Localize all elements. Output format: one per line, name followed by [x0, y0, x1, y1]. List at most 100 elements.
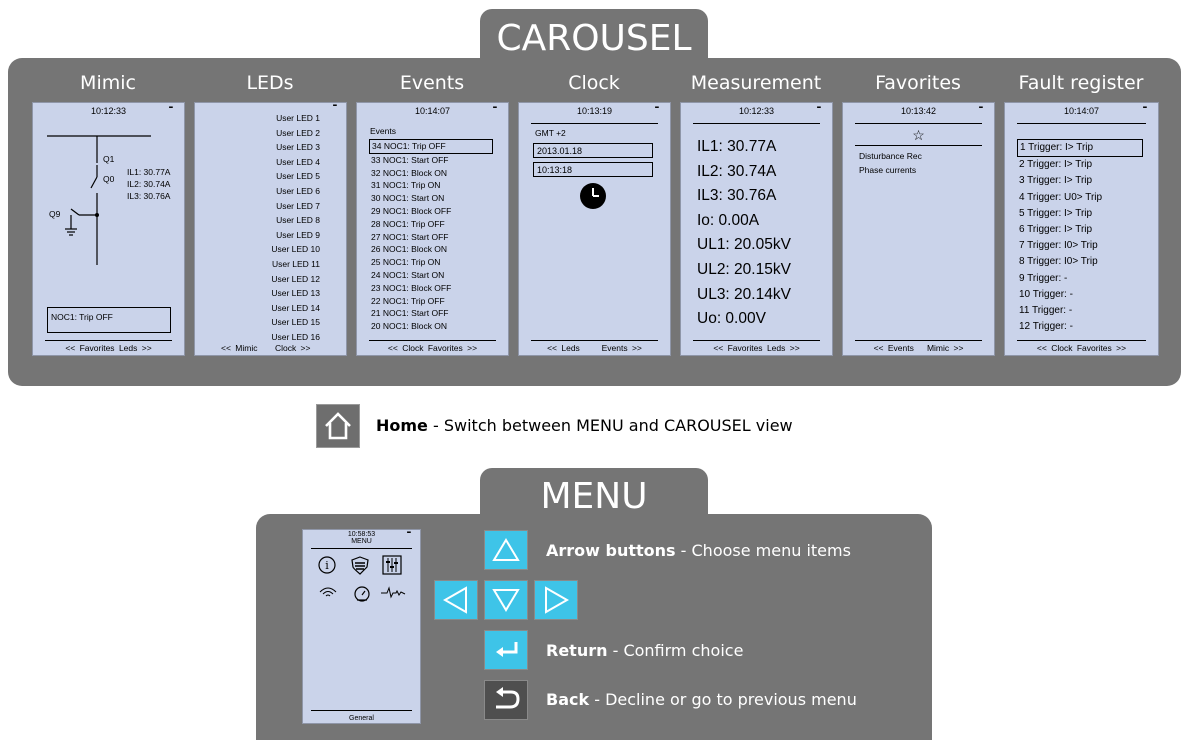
arrow-right-button[interactable]: [534, 580, 578, 620]
event-row[interactable]: 21 NOC1: Start OFF: [369, 307, 493, 320]
event-row[interactable]: 30 NOC1: Start ON: [369, 192, 493, 205]
menu-screen-time: 10:58:53: [347, 531, 376, 538]
measurement-screen: 10:12:33 ▪▪▪ IL1: 30.77A IL2: 30.74A IL3: …: [680, 102, 833, 356]
event-row[interactable]: 29 NOC1: Block OFF: [369, 205, 493, 218]
favorite-item[interactable]: Phase currents: [859, 164, 922, 178]
event-row[interactable]: 31 NOC1: Trip ON: [369, 179, 493, 192]
status-dots-icon: ▪▪▪: [978, 105, 984, 111]
fault-row[interactable]: 7 Trigger: I0> Trip: [1017, 238, 1143, 254]
home-label: Home: [376, 416, 428, 435]
event-row[interactable]: 20 NOC1: Block ON: [369, 320, 493, 333]
status-dots-icon: ▪▪▪: [492, 105, 498, 111]
disturbance-waveform-icon[interactable]: [380, 584, 406, 600]
header-divider: [531, 123, 658, 124]
legend-text: - Choose menu items: [675, 541, 851, 560]
return-button[interactable]: [484, 630, 528, 670]
home-description: Home - Switch between MENU and CAROUSEL …: [376, 416, 793, 435]
legend-text: - Decline or go to previous menu: [589, 690, 857, 709]
measurement-list: IL1: 30.77A IL2: 30.74A IL3: 30.76A Io: 0.0…: [697, 135, 791, 332]
information-icon[interactable]: i: [318, 556, 336, 574]
mimic-screen: 10:12:33 ▪▪▪ Q1 Q0 Q9 IL1: 30.77A IL2: 3…: [32, 102, 185, 356]
legend-text: - Confirm choice: [607, 641, 744, 660]
star-icon: ☆: [912, 127, 925, 143]
footer-next: Clock >>: [274, 343, 311, 353]
event-list: 34 NOC1: Trip OFF 33 NOC1: Start OFF 32 NO…: [369, 139, 493, 333]
footer-next: Favorites >>: [1076, 343, 1127, 353]
settings-sliders-icon[interactable]: [382, 555, 402, 575]
event-row[interactable]: 24 NOC1: Start ON: [369, 269, 493, 282]
col-title-favorites: Favorites: [875, 72, 961, 94]
fault-row[interactable]: 10 Trigger: -: [1017, 287, 1143, 303]
fault-row[interactable]: 3 Trigger: I> Trip: [1017, 173, 1143, 189]
footer-prev: << Clock: [1036, 343, 1073, 353]
footer-divider: [855, 340, 982, 341]
arrow-down-button[interactable]: [484, 580, 528, 620]
arrow-left-button[interactable]: [434, 580, 478, 620]
fault-row[interactable]: 11 Trigger: -: [1017, 303, 1143, 319]
event-row[interactable]: 22 NOC1: Trip OFF: [369, 295, 493, 308]
event-row[interactable]: 23 NOC1: Block OFF: [369, 282, 493, 295]
measurement-value: UL2: 20.15kV: [697, 260, 791, 278]
header-divider: [1017, 123, 1146, 124]
arrow-up-button[interactable]: [484, 530, 528, 570]
fault-row[interactable]: 6 Trigger: I> Trip: [1017, 222, 1143, 238]
fault-row[interactable]: 2 Trigger: I> Trip: [1017, 157, 1143, 173]
event-row[interactable]: 28 NOC1: Trip OFF: [369, 218, 493, 231]
col-title-measurement: Measurement: [690, 72, 822, 94]
measurement-value: IL3: 30.76A: [697, 187, 777, 205]
status-dots-icon: ▪▪▪: [654, 105, 660, 111]
event-row[interactable]: 33 NOC1: Start OFF: [369, 154, 493, 167]
mimic-status-text: NOC1: Trip OFF: [51, 312, 113, 322]
communication-icon[interactable]: [318, 584, 338, 600]
menu-screen-header: MENU: [351, 538, 372, 545]
home-button[interactable]: [316, 404, 360, 448]
mimic-il3: IL3: 30.76A: [127, 191, 171, 202]
footer-next: Mimic >>: [926, 343, 964, 353]
measurements-gauge-icon[interactable]: [352, 584, 372, 602]
event-row[interactable]: 26 NOC1: Block ON: [369, 243, 493, 256]
screen-time: 10:14:07: [414, 106, 451, 116]
led-item: User LED 12: [271, 273, 320, 284]
favorite-item[interactable]: Disturbance Rec: [859, 150, 922, 164]
return-legend: Return - Confirm choice: [546, 641, 743, 660]
measurement-value: UL1: 20.05kV: [697, 236, 791, 254]
col-title-clock: Clock: [568, 72, 620, 94]
clock-date-field[interactable]: 2013.01.18: [533, 143, 653, 158]
screen-time: 10:13:19: [576, 106, 613, 116]
status-dots-icon: ▪▪▪: [406, 530, 412, 536]
mimic-il2: IL2: 30.74A: [127, 179, 171, 190]
event-row[interactable]: 34 NOC1: Trip OFF: [369, 139, 493, 154]
footer-next: Leds >>: [766, 343, 800, 353]
mimic-status-box: NOC1: Trip OFF: [47, 307, 171, 333]
back-button[interactable]: [484, 680, 528, 720]
carousel-title: CAROUSEL: [496, 18, 692, 59]
switch-label-q1: Q1: [103, 154, 115, 164]
arrow-left-icon: [442, 586, 467, 614]
footer-divider: [369, 340, 496, 341]
fault-row[interactable]: 8 Trigger: I0> Trip: [1017, 254, 1143, 270]
event-row[interactable]: 25 NOC1: Trip ON: [369, 256, 493, 269]
events-screen: 10:14:07 ▪▪▪ Events 34 NOC1: Trip OFF 33 …: [356, 102, 509, 356]
footer-divider: [45, 340, 172, 341]
fault-row[interactable]: 9 Trigger: -: [1017, 271, 1143, 287]
fault-row[interactable]: 12 Trigger: -: [1017, 319, 1143, 335]
header-divider: [311, 548, 412, 549]
fault-row[interactable]: 1 Trigger: I> Trip: [1017, 139, 1143, 158]
event-row[interactable]: 27 NOC1: Start OFF: [369, 231, 493, 244]
footer-next: Events >>: [601, 343, 642, 353]
measurement-footer: << Favorites Leds >>: [681, 343, 832, 353]
clock-time-field[interactable]: 10:13:18: [533, 162, 653, 177]
measurement-value: IL2: 30.74A: [697, 162, 777, 180]
home-icon: [325, 412, 351, 440]
legend-label: Return: [546, 641, 608, 660]
led-item: User LED 5: [276, 171, 320, 182]
fault-row[interactable]: 4 Trigger: U0> Trip: [1017, 190, 1143, 206]
favorites-footer: << Events Mimic >>: [843, 343, 994, 353]
event-row[interactable]: 32 NOC1: Block ON: [369, 167, 493, 180]
fault-row[interactable]: 5 Trigger: I> Trip: [1017, 206, 1143, 222]
footer-prev: << Favorites: [65, 343, 115, 353]
leds-footer: << Mimic Clock >>: [195, 343, 346, 353]
protection-shield-icon[interactable]: [350, 555, 370, 575]
svg-text:i: i: [325, 559, 329, 572]
favorites-screen: 10:13:42 ▪▪▪ ☆ Disturbance Rec Phase cur…: [842, 102, 995, 356]
